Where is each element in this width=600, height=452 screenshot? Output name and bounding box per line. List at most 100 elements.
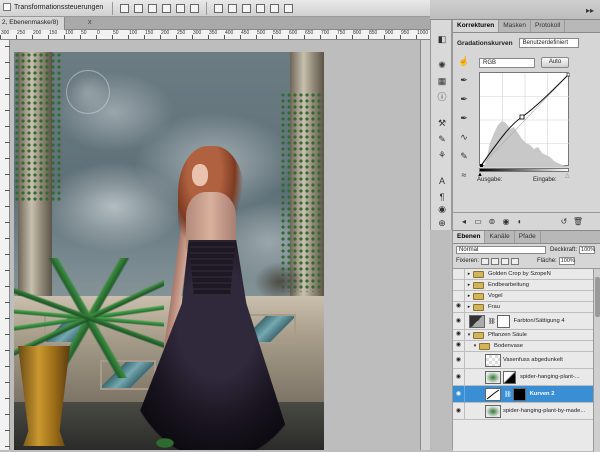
target-adjust-icon[interactable]: ☝ (457, 54, 471, 68)
auto-button[interactable]: Auto (541, 57, 569, 68)
align-left-icon[interactable] (162, 4, 171, 13)
pencil-tool-icon[interactable]: ✎ (457, 149, 471, 163)
eye-icon[interactable]: ◉ (453, 312, 465, 330)
fill-field[interactable]: 100% (558, 257, 575, 265)
curve-point-black[interactable] (480, 164, 483, 167)
character-panel-icon[interactable]: A (436, 176, 448, 187)
lock-image-icon[interactable] (491, 257, 500, 265)
channel-dropdown[interactable]: RGB (479, 58, 535, 68)
layer-row[interactable]: ◉ Vasenfuss abgedunkelt (453, 351, 593, 369)
artwork-image[interactable] (14, 52, 324, 450)
swatches-panel-icon[interactable]: ▦ (436, 76, 448, 87)
tab-protokoll[interactable]: Protokoll (531, 20, 566, 32)
curve-svg[interactable] (479, 72, 571, 168)
layer-row-selected[interactable]: ◉ ⛓ Kurven 2 (453, 385, 593, 403)
collapse-triangle-icon[interactable]: ▾ (471, 343, 479, 349)
lock-transparent-icon[interactable] (481, 257, 490, 265)
layer-row[interactable]: ▸ Golden Crop by SzopeN (453, 268, 593, 280)
visibility-toggle[interactable] (453, 279, 465, 291)
clip-to-layer-icon[interactable]: ⊚ (485, 217, 499, 226)
styles-panel-icon[interactable]: ◉ (436, 204, 448, 215)
chain-link-icon[interactable]: ⛓ (488, 318, 496, 325)
curve-point[interactable] (519, 114, 525, 120)
tab-kanaele[interactable]: Kanäle (485, 231, 515, 243)
align-top-icon[interactable] (120, 4, 129, 13)
expand-triangle-icon[interactable]: ▸ (465, 271, 473, 277)
layer-mask-thumbnail[interactable] (496, 314, 510, 328)
close-tab-icon[interactable]: x (88, 19, 92, 26)
tab-pfade[interactable]: Pfade (515, 231, 541, 243)
black-point-eyedropper-icon[interactable]: ✒ (457, 73, 471, 87)
gray-point-eyedropper-icon[interactable]: ✒ (457, 92, 471, 106)
eye-icon[interactable]: ◉ (453, 351, 465, 369)
transform-controls-checkbox[interactable] (3, 3, 11, 11)
distribute-vertical-center-icon[interactable] (228, 4, 237, 13)
collapse-panels-icon[interactable]: ▸▸ (586, 6, 594, 15)
tab-masken[interactable]: Masken (499, 20, 531, 32)
lock-position-icon[interactable] (501, 257, 510, 265)
distribute-bottom-icon[interactable] (242, 4, 251, 13)
opacity-field[interactable]: 100% (579, 246, 595, 254)
chain-link-icon[interactable]: ⛓ (504, 391, 512, 398)
expand-triangle-icon[interactable]: ▸ (465, 282, 473, 288)
document-tab[interactable]: 2, Ebenenmaske/8) (0, 17, 66, 30)
align-horizontal-center-icon[interactable] (176, 4, 185, 13)
layer-row[interactable]: ▸ Vogel (453, 290, 593, 302)
distribute-horizontal-center-icon[interactable] (270, 4, 279, 13)
transform-controls-toggle[interactable]: Transformationssteuerungen (3, 3, 103, 11)
layer-mask-thumbnail[interactable] (512, 387, 526, 401)
scroll-thumb[interactable] (595, 277, 600, 317)
lock-all-icon[interactable] (511, 257, 520, 265)
layer-row[interactable]: ◉ ▾ Pflanzen Säule (453, 329, 593, 341)
expand-view-icon[interactable]: ▭ (471, 217, 485, 226)
layer-row[interactable]: ▸ Endbearbeitung (453, 279, 593, 291)
layer-row[interactable]: ◉ ⛓ Farbton/Sättigung 4 (453, 312, 593, 330)
align-bottom-icon[interactable] (148, 4, 157, 13)
info-panel-icon[interactable]: ⓘ (436, 92, 448, 103)
curve-point-white[interactable] (566, 72, 571, 77)
layer-row[interactable]: ◉ spider-hanging-plant-by-made... (453, 402, 593, 420)
align-vertical-center-icon[interactable] (134, 4, 143, 13)
eye-icon[interactable]: ◉ (453, 402, 465, 420)
layer-row[interactable]: ◉ spider-hanging-plant-... (453, 368, 593, 386)
layer-mask-thumbnail[interactable] (503, 370, 516, 384)
clone-source-icon[interactable]: ⚘ (436, 150, 448, 161)
eye-icon[interactable]: ◉ (453, 340, 465, 352)
navigator-panel-icon[interactable]: ⊕ (436, 218, 448, 229)
eye-icon[interactable]: ◉ (453, 368, 465, 386)
brushes-panel-icon[interactable]: ✎ (436, 134, 448, 145)
eye-icon[interactable]: ◉ (453, 301, 465, 313)
canvas-scrollbar[interactable] (420, 40, 430, 450)
color-panel-icon[interactable]: ✺ (436, 60, 448, 71)
visibility-toggle[interactable] (453, 290, 465, 302)
collapse-triangle-icon[interactable]: ▾ (465, 332, 473, 338)
canvas-area[interactable] (10, 40, 430, 450)
layer-row[interactable]: ◉ ▸ Frau (453, 301, 593, 313)
distribute-right-icon[interactable] (284, 4, 293, 13)
curve-point-tool-icon[interactable]: ∿ (457, 130, 471, 144)
view-previous-icon[interactable]: ◐ (513, 217, 527, 226)
visibility-toggle[interactable] (453, 268, 465, 280)
preset-dropdown[interactable]: Benutzerdefiniert (518, 38, 579, 48)
layers-scrollbar[interactable] (593, 269, 600, 452)
distribute-left-icon[interactable] (256, 4, 265, 13)
delete-adjustment-icon[interactable]: 🗑 (571, 217, 585, 226)
layer-row[interactable]: ◉ ▾ Bodenvase (453, 340, 593, 352)
white-slider-icon[interactable]: △ (565, 172, 570, 179)
eye-icon[interactable]: ◉ (453, 329, 465, 341)
white-point-eyedropper-icon[interactable]: ✒ (457, 111, 471, 125)
blend-mode-dropdown[interactable]: Normal (456, 246, 546, 254)
tab-ebenen[interactable]: Ebenen (453, 231, 486, 243)
adjustments-panel-icon[interactable]: ◧ (436, 34, 448, 45)
expand-triangle-icon[interactable]: ▸ (465, 293, 473, 299)
distribute-top-icon[interactable] (214, 4, 223, 13)
tool-presets-icon[interactable]: ⚒ (436, 118, 448, 129)
paragraph-panel-icon[interactable]: ¶ (436, 192, 448, 203)
align-right-icon[interactable] (190, 4, 199, 13)
curve-graph[interactable] (479, 72, 571, 168)
reset-icon[interactable]: ↺ (557, 217, 571, 226)
return-to-list-icon[interactable]: ◂ (457, 217, 471, 226)
expand-triangle-icon[interactable]: ▸ (465, 304, 473, 310)
tab-korrekturen[interactable]: Korrekturen (453, 20, 500, 32)
smooth-icon[interactable]: ≈ (457, 168, 471, 182)
